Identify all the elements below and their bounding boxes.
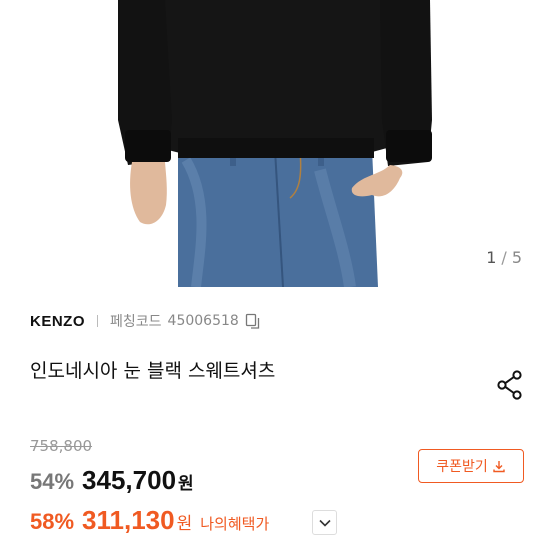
image-counter-separator: / — [501, 248, 508, 267]
sale-price-row: 54% 345,700 원 — [30, 465, 194, 496]
my-benefit-label: 나의혜택가 — [200, 515, 270, 533]
product-image[interactable]: 1/5 — [0, 0, 553, 287]
sale-price-currency: 원 — [178, 474, 194, 494]
share-icon — [497, 370, 522, 400]
product-photo — [0, 0, 553, 287]
share-button[interactable] — [494, 368, 526, 402]
fetching-code-value: 45006518 — [167, 313, 239, 329]
my-benefit-price: 311,130 — [82, 505, 175, 535]
fetching-code-label: 페칭코드 — [110, 314, 162, 330]
coupon-button-label: 쿠폰받기 — [436, 458, 488, 474]
download-icon — [493, 461, 505, 473]
image-counter: 1/5 — [486, 248, 523, 267]
brand-name[interactable]: KENZO — [30, 313, 85, 330]
my-discount-rate: 58% — [30, 509, 75, 534]
brand-divider — [97, 315, 98, 327]
image-counter-current: 1 — [486, 248, 498, 267]
original-price: 758,800 — [30, 437, 93, 455]
sale-price: 345,700 — [82, 465, 177, 495]
coupon-button[interactable]: 쿠폰받기 — [418, 449, 524, 483]
brand-row: KENZO 페칭코드 45006518 — [30, 310, 261, 332]
my-benefit-currency: 원 — [176, 514, 193, 534]
benefit-detail-toggle[interactable] — [312, 510, 337, 535]
copy-icon[interactable] — [245, 313, 261, 329]
my-benefit-price-row: 58% 311,130 원 나의혜택가 — [30, 505, 269, 536]
product-title: 인도네시아 눈 블랙 스웨트셔츠 — [30, 360, 276, 382]
chevron-down-icon — [318, 519, 331, 527]
discount-rate: 54% — [30, 469, 75, 494]
image-counter-total: 5 — [511, 248, 523, 267]
